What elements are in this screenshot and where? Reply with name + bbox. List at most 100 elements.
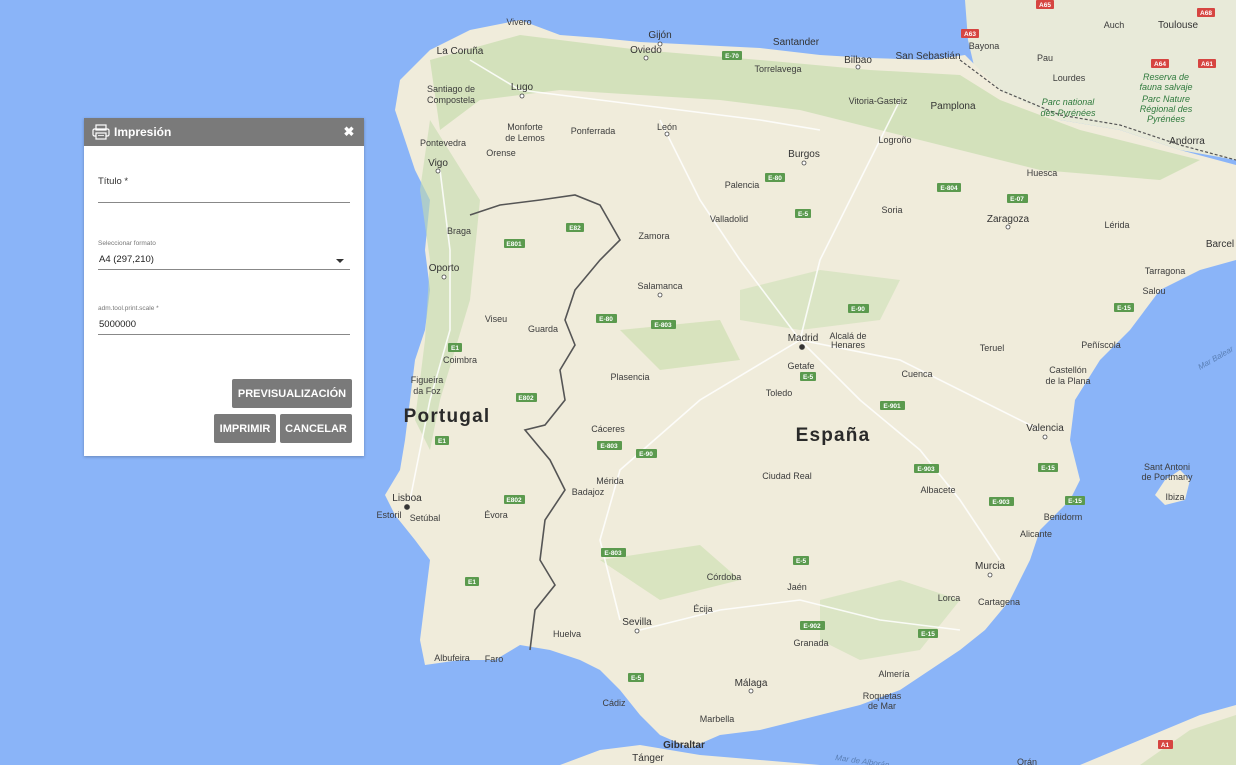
svg-text:E-15: E-15	[1041, 465, 1055, 472]
cancel-button[interactable]: CANCELAR	[280, 414, 352, 443]
svg-text:E1: E1	[438, 438, 446, 445]
svg-text:Pontevedra: Pontevedra	[420, 138, 466, 148]
svg-text:Albufeira: Albufeira	[434, 653, 470, 663]
svg-text:Murcia: Murcia	[975, 561, 1005, 572]
svg-text:Alicante: Alicante	[1020, 529, 1052, 539]
svg-text:Tánger: Tánger	[632, 753, 664, 764]
svg-text:A64: A64	[1154, 61, 1166, 68]
svg-text:Granada: Granada	[793, 638, 828, 648]
chevron-down-icon	[336, 259, 344, 263]
svg-text:Compostela: Compostela	[427, 95, 475, 105]
svg-text:Pamplona: Pamplona	[930, 101, 975, 112]
svg-text:Almería: Almería	[878, 669, 909, 679]
svg-text:Salamanca: Salamanca	[637, 281, 682, 291]
svg-text:Huelva: Huelva	[553, 629, 581, 639]
svg-text:Lourdes: Lourdes	[1053, 73, 1086, 83]
svg-text:E-07: E-07	[1010, 196, 1024, 203]
country-label-portugal: Portugal	[404, 406, 491, 427]
format-select[interactable]: A4 (297,210)	[98, 251, 350, 270]
svg-text:Lorca: Lorca	[938, 593, 961, 603]
svg-text:Badajoz: Badajoz	[572, 487, 605, 497]
svg-text:Viseu: Viseu	[485, 314, 507, 324]
svg-text:Lérida: Lérida	[1104, 220, 1129, 230]
svg-text:E-803: E-803	[600, 443, 618, 450]
svg-text:Albacete: Albacete	[920, 485, 955, 495]
svg-text:Oviedo: Oviedo	[630, 45, 662, 56]
svg-text:Orán: Orán	[1017, 757, 1037, 765]
svg-text:E-903: E-903	[992, 499, 1010, 506]
park-label: Parc Nature	[1142, 94, 1190, 104]
svg-text:E-5: E-5	[631, 675, 642, 682]
svg-text:Madrid: Madrid	[788, 333, 819, 344]
svg-text:A61: A61	[1201, 61, 1213, 68]
park-label: des Pyrénées	[1040, 108, 1096, 118]
svg-text:Burgos: Burgos	[788, 149, 820, 160]
svg-text:Auch: Auch	[1104, 20, 1125, 30]
svg-text:Valencia: Valencia	[1026, 423, 1064, 434]
svg-text:Plasencia: Plasencia	[610, 372, 649, 382]
svg-text:Ponferrada: Ponferrada	[571, 126, 616, 136]
close-icon[interactable]: ✖	[342, 124, 356, 140]
svg-text:Lisboa: Lisboa	[392, 493, 422, 504]
svg-text:E82: E82	[569, 225, 581, 232]
svg-text:E-90: E-90	[639, 451, 653, 458]
svg-text:E-80: E-80	[768, 175, 782, 182]
park-label: Pyrénées	[1147, 114, 1186, 124]
svg-text:de Mar: de Mar	[868, 701, 896, 711]
svg-text:E-902: E-902	[803, 623, 821, 630]
svg-text:Peñíscola: Peñíscola	[1081, 340, 1121, 350]
svg-text:Coimbra: Coimbra	[443, 355, 477, 365]
svg-text:E802: E802	[506, 497, 522, 504]
svg-text:Barcel: Barcel	[1206, 239, 1234, 250]
svg-text:Monforte: Monforte	[507, 122, 543, 132]
svg-text:Salou: Salou	[1142, 286, 1165, 296]
park-label: Régional des	[1140, 104, 1193, 114]
svg-text:Figueira: Figueira	[411, 375, 444, 385]
svg-text:E-804: E-804	[940, 185, 958, 192]
title-field[interactable]: Título *	[98, 176, 350, 203]
title-input[interactable]	[98, 187, 350, 203]
svg-text:Lugo: Lugo	[511, 82, 534, 93]
svg-text:Henares: Henares	[831, 340, 866, 350]
svg-text:Torrelavega: Torrelavega	[754, 64, 801, 74]
svg-text:Cartagena: Cartagena	[978, 597, 1020, 607]
scale-input[interactable]: 5000000	[98, 316, 350, 335]
print-dialog: Impresión ✖ Título * Seleccionar formato…	[84, 118, 364, 456]
svg-text:Ibiza: Ibiza	[1165, 492, 1184, 502]
svg-text:Toledo: Toledo	[766, 388, 793, 398]
svg-text:Orense: Orense	[486, 148, 516, 158]
svg-text:Palencia: Palencia	[725, 180, 760, 190]
country-label-spain: España	[796, 425, 871, 446]
print-button[interactable]: IMPRIMIR	[214, 414, 276, 443]
svg-text:E-15: E-15	[921, 631, 935, 638]
svg-text:Castellón: Castellón	[1049, 365, 1087, 375]
svg-text:A65: A65	[1039, 2, 1051, 9]
svg-text:Córdoba: Córdoba	[707, 572, 742, 582]
svg-text:Cádiz: Cádiz	[602, 698, 626, 708]
svg-text:Roquetas: Roquetas	[863, 691, 902, 701]
svg-text:Vivero: Vivero	[506, 17, 531, 27]
scale-field[interactable]: adm.tool.print.scale * 5000000	[98, 305, 350, 335]
svg-text:E801: E801	[506, 241, 522, 248]
title-label: Título *	[98, 176, 129, 187]
scale-label: adm.tool.print.scale *	[98, 305, 159, 312]
format-value: A4 (297,210)	[99, 254, 154, 265]
svg-text:A68: A68	[1200, 10, 1212, 17]
svg-text:Santiago de: Santiago de	[427, 84, 475, 94]
svg-text:Guarda: Guarda	[528, 324, 558, 334]
dialog-header: Impresión ✖	[84, 118, 364, 146]
svg-text:Setúbal: Setúbal	[410, 513, 441, 523]
svg-text:de Lemos: de Lemos	[505, 133, 545, 143]
svg-text:Toulouse: Toulouse	[1158, 20, 1198, 31]
svg-text:Pau: Pau	[1037, 53, 1053, 63]
preview-button[interactable]: PREVISUALIZACIÓN	[232, 379, 352, 408]
svg-text:Écija: Écija	[693, 604, 713, 614]
svg-text:E-5: E-5	[798, 211, 809, 218]
svg-text:Benidorm: Benidorm	[1044, 512, 1083, 522]
svg-text:da Foz: da Foz	[413, 386, 441, 396]
svg-text:Bayona: Bayona	[969, 41, 1000, 51]
format-label: Seleccionar formato	[98, 240, 156, 247]
svg-text:Vitoria-Gasteiz: Vitoria-Gasteiz	[849, 96, 908, 106]
format-field[interactable]: Seleccionar formato A4 (297,210)	[98, 240, 350, 270]
svg-text:E-903: E-903	[917, 466, 935, 473]
